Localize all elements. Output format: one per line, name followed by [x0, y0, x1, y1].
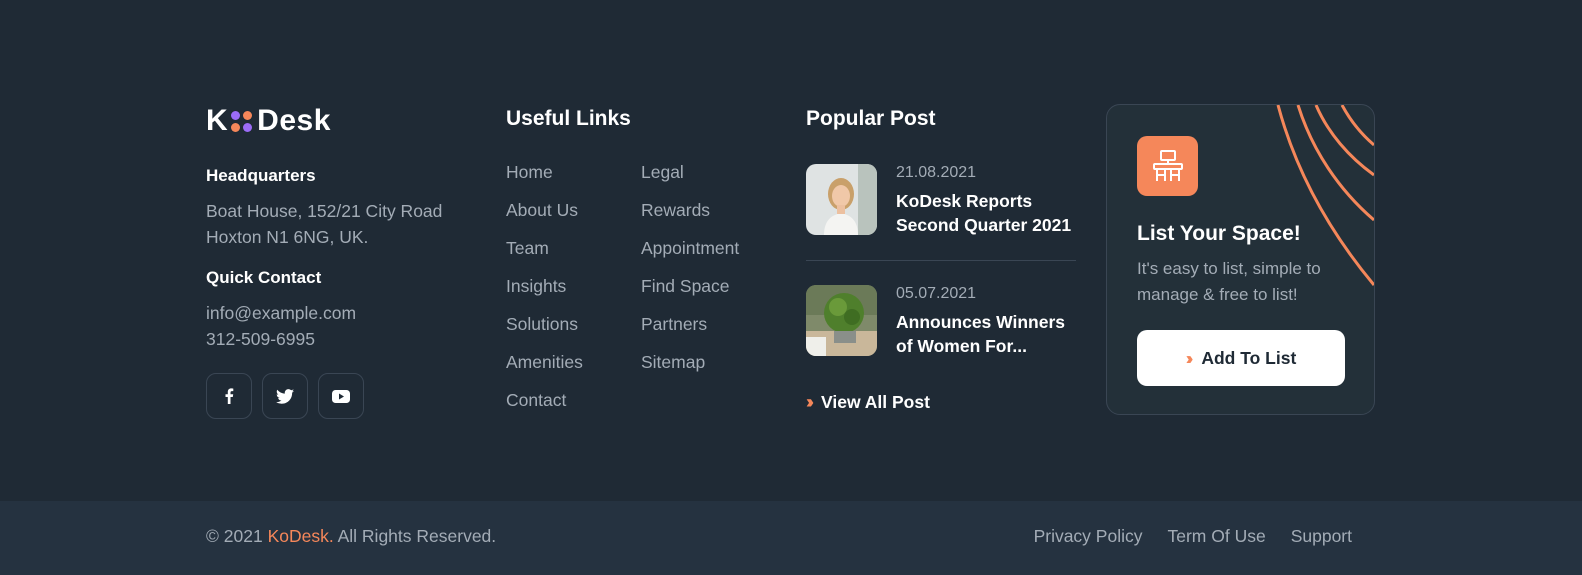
- brand-logo[interactable]: K Desk: [206, 104, 331, 138]
- useful-links-col-2: Legal Rewards Appointment Find Space Par…: [641, 160, 739, 388]
- link-team[interactable]: Team: [506, 236, 583, 274]
- link-home[interactable]: Home: [506, 160, 583, 198]
- post-thumbnail-plant: [806, 285, 877, 356]
- view-all-label: View All Post: [821, 392, 930, 412]
- link-about-us[interactable]: About Us: [506, 198, 583, 236]
- facebook-icon: [225, 388, 234, 404]
- useful-links-title: Useful Links: [506, 107, 631, 130]
- double-chevron-right-icon: ››: [806, 392, 814, 412]
- list-space-card: List Your Space! It's easy to list, simp…: [1106, 104, 1375, 415]
- youtube-icon: [332, 389, 350, 403]
- link-legal[interactable]: Legal: [641, 160, 739, 198]
- link-rewards[interactable]: Rewards: [641, 198, 739, 236]
- cta-description: It's easy to list, simple to manage & fr…: [1137, 259, 1321, 304]
- privacy-policy-link[interactable]: Privacy Policy: [1034, 526, 1143, 547]
- link-partners[interactable]: Partners: [641, 312, 739, 350]
- twitter-button[interactable]: [262, 373, 308, 419]
- support-link[interactable]: Support: [1291, 526, 1352, 547]
- social-links: [206, 373, 364, 419]
- popular-post-title: Popular Post: [806, 107, 936, 130]
- post-item-2[interactable]: 05.07.2021 Announces Winners of Women Fo…: [806, 285, 1082, 358]
- brand-letter-k: K: [206, 104, 229, 137]
- phone-link[interactable]: 312-509-6995: [206, 326, 315, 352]
- link-insights[interactable]: Insights: [506, 274, 583, 312]
- headquarters-heading: Headquarters: [206, 166, 316, 185]
- useful-links-col-1: Home About Us Team Insights Solutions Am…: [506, 160, 583, 426]
- facebook-button[interactable]: [206, 373, 252, 419]
- link-appointment[interactable]: Appointment: [641, 236, 739, 274]
- address-line-1: Boat House, 152/21 City Road: [206, 201, 443, 221]
- copyright-text: © 2021 KoDesk. All Rights Reserved.: [206, 526, 496, 547]
- post-date: 05.07.2021: [896, 285, 977, 302]
- view-all-posts-link[interactable]: ›› View All Post: [806, 392, 930, 413]
- add-to-list-button[interactable]: ›› Add To List: [1137, 330, 1345, 386]
- link-contact[interactable]: Contact: [506, 388, 583, 426]
- post-date: 21.08.2021: [896, 164, 977, 181]
- post-item-1[interactable]: 21.08.2021 KoDesk Reports Second Quarter…: [806, 164, 1082, 237]
- youtube-button[interactable]: [318, 373, 364, 419]
- post-title[interactable]: KoDesk Reports Second Quarter 2021: [896, 189, 1082, 237]
- copyright-prefix: © 2021: [206, 526, 263, 546]
- twitter-icon: [276, 388, 294, 404]
- quick-contact-heading: Quick Contact: [206, 268, 322, 287]
- link-find-space[interactable]: Find Space: [641, 274, 739, 312]
- double-chevron-right-icon: ››: [1185, 347, 1193, 368]
- copyright-suffix: All Rights Reserved.: [337, 526, 497, 546]
- link-solutions[interactable]: Solutions: [506, 312, 583, 350]
- add-to-list-label: Add To List: [1201, 347, 1297, 368]
- address-line-2: Hoxton N1 6NG, UK.: [206, 227, 369, 247]
- post-title[interactable]: Announces Winners of Women For...: [896, 310, 1082, 358]
- brand-dots-icon: [231, 110, 253, 132]
- post-divider: [806, 260, 1076, 261]
- link-sitemap[interactable]: Sitemap: [641, 350, 739, 388]
- desk-icon: [1137, 136, 1198, 196]
- link-amenities[interactable]: Amenities: [506, 350, 583, 388]
- legal-links: Privacy Policy Term Of Use Support: [1034, 526, 1352, 547]
- brand-name: Desk: [257, 104, 331, 137]
- cta-title: List Your Space!: [1137, 222, 1301, 245]
- terms-of-use-link[interactable]: Term Of Use: [1167, 526, 1265, 547]
- email-link[interactable]: info@example.com: [206, 300, 356, 326]
- copyright-brand-link[interactable]: KoDesk.: [268, 526, 334, 546]
- post-thumbnail-woman: [806, 164, 877, 235]
